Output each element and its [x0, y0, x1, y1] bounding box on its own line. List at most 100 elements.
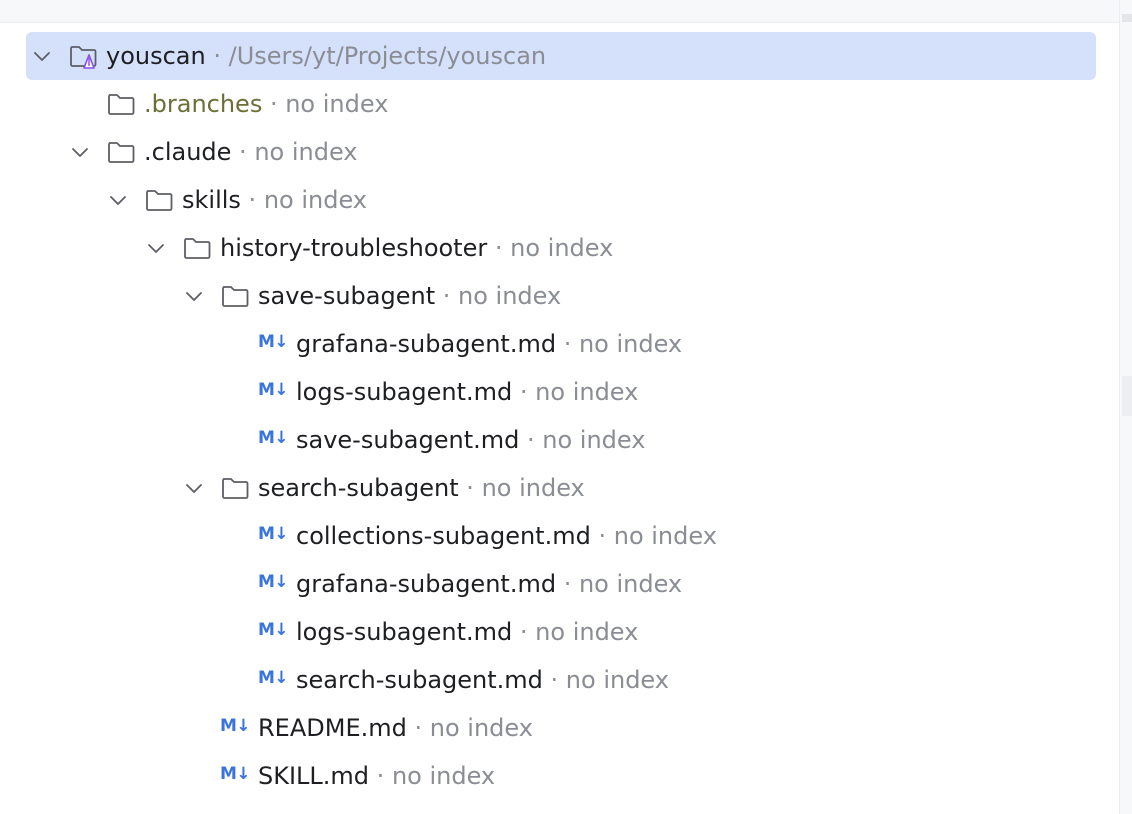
file-name: search-subagent.md	[296, 666, 543, 694]
index-status: no index	[254, 138, 358, 166]
tree-row-label: logs-subagent.md · no index	[296, 616, 638, 648]
chevron-down-icon[interactable]	[68, 140, 92, 164]
tree-row-partial[interactable]	[0, 800, 1110, 814]
markdown-file-icon: M↓	[220, 716, 251, 736]
index-status: no index	[542, 426, 646, 454]
separator: ·	[512, 618, 536, 646]
vertical-scrollbar[interactable]	[1119, 0, 1132, 814]
tree-row-label: README.md · no index	[258, 712, 533, 744]
file-name: logs-subagent.md	[296, 618, 513, 646]
separator: ·	[262, 90, 286, 118]
file-name: collections-subagent.md	[296, 522, 591, 550]
tree-row-label: youscan · /Users/yt/Projects/youscan	[106, 40, 546, 72]
tree-row-label: search-subagent · no index	[258, 472, 585, 504]
folder-icon	[146, 190, 173, 211]
project-path: /Users/yt/Projects/youscan	[228, 42, 547, 70]
file-name: logs-subagent.md	[296, 378, 513, 406]
tree-row-label: history-troubleshooter · no index	[220, 232, 613, 264]
tree-row-file[interactable]: M↓ SKILL.md · no index	[0, 752, 1110, 800]
project-name: youscan	[106, 42, 206, 70]
chevron-down-icon[interactable]	[182, 476, 206, 500]
folder-icon	[108, 94, 135, 115]
markdown-file-icon: M↓	[258, 524, 289, 544]
markdown-file-icon: M↓	[258, 332, 289, 352]
tree-row-label: .branches · no index	[144, 88, 388, 120]
markdown-file-icon: M↓	[258, 572, 289, 592]
separator: ·	[487, 234, 511, 262]
index-status: no index	[578, 570, 683, 598]
index-status: no index	[263, 186, 367, 214]
project-tool-window: youscan · /Users/yt/Projects/youscan .br…	[0, 0, 1132, 814]
tree-row-label: grafana-subagent.md · no index	[296, 568, 682, 600]
markdown-file-icon: M↓	[220, 764, 251, 784]
tree-row-label: skills · no index	[182, 184, 367, 216]
separator: ·	[231, 138, 255, 166]
chevron-down-icon[interactable]	[144, 236, 168, 260]
file-name: grafana-subagent.md	[296, 330, 557, 358]
chevron-down-icon[interactable]	[106, 188, 130, 212]
tree-row-label: SKILL.md · no index	[258, 760, 495, 792]
tree-row-label: save-subagent.md · no index	[296, 424, 645, 456]
scroll-marker	[1122, 376, 1132, 416]
project-tree: youscan · /Users/yt/Projects/youscan .br…	[0, 32, 1110, 814]
index-status: no index	[429, 714, 533, 742]
folder-name: search-subagent	[258, 474, 459, 502]
tree-row-file[interactable]: M↓ grafana-subagent.md · no index	[0, 560, 1110, 608]
tree-row-label: logs-subagent.md · no index	[296, 376, 638, 408]
separator: ·	[435, 282, 459, 310]
tool-window-header	[0, 0, 1120, 23]
file-name: grafana-subagent.md	[296, 570, 557, 598]
tree-row-file[interactable]: M↓ grafana-subagent.md · no index	[0, 320, 1110, 368]
markdown-file-icon: M↓	[258, 668, 289, 688]
separator: ·	[512, 378, 536, 406]
tree-row-branches[interactable]: .branches · no index	[0, 80, 1110, 128]
folder-name: history-troubleshooter	[220, 234, 488, 262]
separator: ·	[406, 714, 430, 742]
tree-row-file[interactable]: M↓ logs-subagent.md · no index	[0, 368, 1110, 416]
index-status: no index	[510, 234, 614, 262]
folder-icon	[108, 142, 135, 163]
tree-row-label: save-subagent · no index	[258, 280, 561, 312]
markdown-file-icon: M↓	[258, 380, 289, 400]
separator: ·	[590, 522, 614, 550]
folder-icon	[222, 478, 249, 499]
folder-name: .claude	[144, 138, 232, 166]
tree-row-file[interactable]: M↓ logs-subagent.md · no index	[0, 608, 1110, 656]
folder-icon	[222, 286, 249, 307]
tree-row-file[interactable]: M↓ README.md · no index	[0, 704, 1110, 752]
chevron-down-icon[interactable]	[182, 284, 206, 308]
separator: ·	[458, 474, 482, 502]
tree-row-file[interactable]: M↓ save-subagent.md · no index	[0, 416, 1110, 464]
separator: ·	[205, 42, 229, 70]
scroll-marker	[1122, 14, 1132, 22]
separator: ·	[556, 570, 579, 598]
index-status: no index	[613, 522, 717, 550]
index-status: no index	[458, 282, 562, 310]
markdown-file-icon: M↓	[258, 620, 289, 640]
folder-name: .branches	[144, 90, 263, 118]
index-status: no index	[481, 474, 585, 502]
tree-row-label: search-subagent.md · no index	[296, 664, 669, 696]
index-status: no index	[535, 378, 639, 406]
file-name: SKILL.md	[258, 762, 370, 790]
tree-row-search-subagent[interactable]: search-subagent · no index	[0, 464, 1110, 512]
tree-row-file[interactable]: M↓ search-subagent.md · no index	[0, 656, 1110, 704]
tree-row-label: grafana-subagent.md · no index	[296, 328, 682, 360]
tree-row-skills[interactable]: skills · no index	[0, 176, 1110, 224]
tree-row-save-subagent[interactable]: save-subagent · no index	[0, 272, 1110, 320]
separator: ·	[542, 666, 566, 694]
tree-row-claude[interactable]: .claude · no index	[0, 128, 1110, 176]
folder-name: save-subagent	[258, 282, 436, 310]
index-status: no index	[565, 666, 669, 694]
tree-row-label: collections-subagent.md · no index	[296, 520, 717, 552]
tree-row-history-troubleshooter[interactable]: history-troubleshooter · no index	[0, 224, 1110, 272]
file-name: save-subagent.md	[296, 426, 520, 454]
index-status: no index	[391, 762, 496, 790]
chevron-down-icon[interactable]	[30, 44, 54, 68]
tree-row-root[interactable]: youscan · /Users/yt/Projects/youscan	[0, 32, 1110, 80]
index-status: no index	[578, 330, 683, 358]
index-status: no index	[535, 618, 639, 646]
module-folder-icon	[70, 46, 97, 69]
separator: ·	[240, 186, 264, 214]
tree-row-file[interactable]: M↓ collections-subagent.md · no index	[0, 512, 1110, 560]
